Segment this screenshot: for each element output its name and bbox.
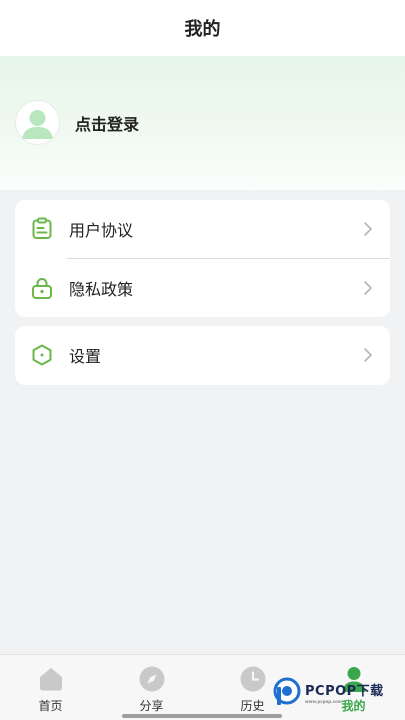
menu-card-legal: 用户协议 隐私政策 (15, 200, 390, 317)
page-title: 我的 (184, 19, 221, 40)
tab-label: 首页 (38, 699, 63, 713)
menu-item-settings[interactable]: 设置 (15, 326, 390, 384)
avatar[interactable] (16, 101, 59, 144)
menu-item-label: 设置 (69, 347, 102, 366)
tab-label: 分享 (139, 699, 164, 713)
watermark-subtext: www.pcpop.com (305, 699, 342, 704)
compass-icon (139, 666, 164, 692)
menu-card-settings: 设置 (15, 326, 390, 385)
clipboard-icon (30, 217, 54, 241)
chevron-right-icon (364, 281, 372, 295)
menu-item-label: 隐私政策 (69, 280, 134, 299)
chevron-right-icon (364, 222, 372, 236)
watermark: PCPOP下载 www.pcpop.com (272, 674, 402, 710)
pcpop-logo-icon (273, 677, 301, 705)
chevron-right-icon (364, 348, 372, 362)
login-label[interactable]: 点击登录 (75, 111, 139, 135)
tab-home[interactable]: 首页 (0, 655, 101, 720)
profile-header: 点击登录 (0, 56, 405, 190)
menu-item-label: 用户协议 (69, 221, 134, 240)
tab-share[interactable]: 分享 (101, 655, 202, 720)
hexagon-settings-icon (30, 343, 54, 367)
clock-icon (240, 666, 265, 692)
menu-item-user-agreement[interactable]: 用户协议 (15, 200, 390, 258)
watermark-text: PCPOP下载 www.pcpop.com (305, 684, 384, 704)
menu-item-privacy-policy[interactable]: 隐私政策 (15, 259, 390, 317)
home-icon (39, 668, 62, 691)
home-indicator (122, 714, 282, 718)
lock-icon (30, 276, 54, 300)
user-avatar-icon (16, 101, 59, 144)
tab-label: 历史 (240, 699, 265, 713)
login-row[interactable]: 点击登录 (16, 101, 139, 144)
page-title-bar: 我的 (0, 0, 405, 56)
